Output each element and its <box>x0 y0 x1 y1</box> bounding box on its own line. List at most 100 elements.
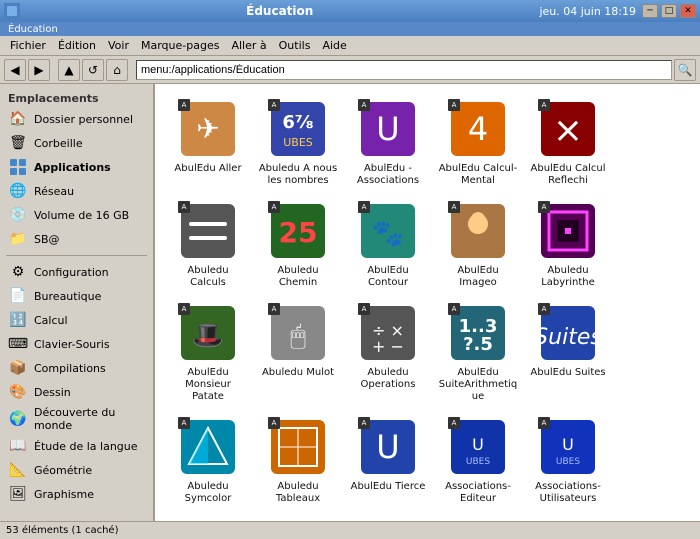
subtitle-bar: Éducation <box>0 22 700 36</box>
svg-text:U: U <box>376 428 399 466</box>
home-button[interactable]: ⌂ <box>106 59 128 81</box>
svg-text:4: 4 <box>468 110 488 148</box>
menubar: Fichier Édition Voir Marque-pages Aller … <box>0 36 700 56</box>
menu-marque-pages[interactable]: Marque-pages <box>135 37 225 54</box>
window-datetime: jeu. 04 juin 18:19 <box>539 5 636 18</box>
titlebar: Éducation jeu. 04 juin 18:19 ─ □ ✕ <box>0 0 700 22</box>
app-abuledu-contour[interactable]: A 🐾 AbulEdu Contour <box>343 194 433 296</box>
sidebar-item-decouverte[interactable]: 🌍 Découverte du monde <box>0 404 153 434</box>
package-icon: 📦 <box>8 358 28 378</box>
home-icon: 🏠 <box>8 109 28 129</box>
sidebar-item-sb[interactable]: 📁 SB@ <box>0 227 153 251</box>
sidebar-item-clavier-souris[interactable]: ⌨ Clavier-Souris <box>0 332 153 356</box>
app-childsplay[interactable]: Childsplay <box>343 512 433 521</box>
svg-text:🎩: 🎩 <box>192 321 224 351</box>
svg-text:+ −: + − <box>372 337 404 356</box>
sidebar-item-graphisme[interactable]: 🖼 Graphisme <box>0 482 153 506</box>
sidebar-item-dessin[interactable]: 🎨 Dessin <box>0 380 153 404</box>
svg-text:6⅞: 6⅞ <box>282 112 313 133</box>
calc-icon: 🔢 <box>8 310 28 330</box>
app-abuledu-associations[interactable]: A U AbulEdu - Associations <box>343 92 433 194</box>
emplacements-label: Emplacements <box>0 88 153 107</box>
office-icon: 📄 <box>8 286 28 306</box>
app-abuledu-tableaux[interactable]: A Abuledu Tableaux <box>253 410 343 512</box>
window-controls: ─ □ ✕ <box>642 4 696 18</box>
app-abuledu-suites[interactable]: A Suites AbulEdu Suites <box>523 296 613 410</box>
toolbar: ◀ ▶ ▲ ↺ ⌂ 🔍 <box>0 56 700 84</box>
statusbar: 53 éléments (1 caché) <box>0 521 700 539</box>
sidebar-item-etude-langue[interactable]: 📖 Étude de la langue <box>0 434 153 458</box>
svg-text:UBES: UBES <box>466 457 490 467</box>
forward-button[interactable]: ▶ <box>28 59 50 81</box>
sidebar-item-compilations[interactable]: 📦 Compilations <box>0 356 153 380</box>
sidebar-item-dossier[interactable]: 🏠 Dossier personnel <box>0 107 153 131</box>
menu-edition[interactable]: Édition <box>52 37 102 54</box>
menu-fichier[interactable]: Fichier <box>4 37 52 54</box>
app-abuledu-mulot[interactable]: A 🖱 Abuledu Mulot <box>253 296 343 410</box>
app-monsieur-patate[interactable]: A 🎩 AbulEdu Monsieur Patate <box>163 296 253 410</box>
app-calcul-mental[interactable]: A 4 AbulEdu Calcul-Mental <box>433 92 523 194</box>
maximize-button[interactable]: □ <box>661 4 677 18</box>
app-abuledu-imageo[interactable]: A AbulEdu Imageo <box>433 194 523 296</box>
geometry-icon: 📐 <box>8 460 28 480</box>
trash-icon: 🗑 <box>8 133 28 153</box>
up-button[interactable]: ▲ <box>58 59 80 81</box>
sidebar-item-applications[interactable]: Applications <box>0 155 153 179</box>
minimize-button[interactable]: ─ <box>642 4 658 18</box>
sidebar-item-corbeille[interactable]: 🗑 Corbeille <box>0 131 153 155</box>
icon-grid: A ✈ AbulEdu Aller A 6⅞UBES Abuledu A nou… <box>155 84 700 521</box>
apps-icon <box>8 157 28 177</box>
sidebar-divider <box>6 255 147 256</box>
app-abuledu-nombres[interactable]: A 6⅞UBES Abuledu A nous les nombres <box>253 92 343 194</box>
drive-icon: 💿 <box>8 205 28 225</box>
sidebar: Emplacements 🏠 Dossier personnel 🗑 Corbe… <box>0 84 155 521</box>
sidebar-item-volume[interactable]: 💿 Volume de 16 GB <box>0 203 153 227</box>
sidebar-item-reseau[interactable]: 🌐 Réseau <box>0 179 153 203</box>
svg-text:Suites: Suites <box>541 325 595 350</box>
svg-text:UBES: UBES <box>556 457 580 467</box>
back-button[interactable]: ◀ <box>4 59 26 81</box>
subtitle-text: Éducation <box>8 24 58 35</box>
app-abuledu-calculs[interactable]: A Abuledu Calculs <box>163 194 253 296</box>
menu-aller[interactable]: Aller à <box>225 37 272 54</box>
svg-text:U: U <box>376 110 399 148</box>
app-atlas-houot[interactable]: 🗺 Atlas Houot <box>163 512 253 521</box>
app-associations-editeur[interactable]: A UUBES Associations-Editeur <box>433 410 523 512</box>
window-icon <box>4 3 20 19</box>
menu-voir[interactable]: Voir <box>102 37 135 54</box>
app-associations-utilisateurs[interactable]: A UUBES Associations-Utilisateurs <box>523 410 613 512</box>
book-icon: 📖 <box>8 436 28 456</box>
svg-text:?.5: ?.5 <box>463 334 493 355</box>
app-abuledu-chemin[interactable]: A 25 Abuledu Chemin <box>253 194 343 296</box>
address-bar[interactable] <box>136 60 672 80</box>
menu-outils[interactable]: Outils <box>273 37 317 54</box>
app-calculette[interactable]: Calculette capricieuse <box>253 512 343 521</box>
main-area: Emplacements 🏠 Dossier personnel 🗑 Corbe… <box>0 84 700 521</box>
sidebar-item-bureautique[interactable]: 📄 Bureautique <box>0 284 153 308</box>
sidebar-item-geometrie[interactable]: 📐 Géométrie <box>0 458 153 482</box>
svg-text:✈: ✈ <box>196 112 219 145</box>
zoom-button[interactable]: 🔍 <box>674 59 696 81</box>
sidebar-item-configuration[interactable]: ⚙ Configuration <box>0 260 153 284</box>
world-icon: 🌍 <box>8 409 28 429</box>
app-suite-arithmetique[interactable]: A 1..3?.5 AbulEdu SuiteArithmetique <box>433 296 523 410</box>
app-freefrancais[interactable]: à FreeFramcais <box>523 512 613 521</box>
app-abuledu-operations[interactable]: A ÷ ×+ − Abuledu Operations <box>343 296 433 410</box>
svg-text:×: × <box>553 110 583 151</box>
close-button[interactable]: ✕ <box>680 4 696 18</box>
app-exercices-beaunis[interactable]: Abc Exercices Beaunis <box>433 512 523 521</box>
app-abuledu-aller[interactable]: A ✈ AbulEdu Aller <box>163 92 253 194</box>
reload-button[interactable]: ↺ <box>82 59 104 81</box>
app-abuledu-labyrinthe[interactable]: A Abuledu Labyrinthe <box>523 194 613 296</box>
network-icon: 🌐 <box>8 181 28 201</box>
svg-text:25: 25 <box>279 216 318 249</box>
paint-icon: 🎨 <box>8 382 28 402</box>
window-title: Éducation <box>20 4 539 18</box>
sidebar-item-calcul[interactable]: 🔢 Calcul <box>0 308 153 332</box>
menu-aide[interactable]: Aide <box>316 37 352 54</box>
app-abuledu-symcolor[interactable]: A Abuledu Symcolor <box>163 410 253 512</box>
app-abuledu-tierce[interactable]: A U AbulEdu Tierce <box>343 410 433 512</box>
app-calcul-reflechi[interactable]: A × AbulEdu Calcul Reflechi <box>523 92 613 194</box>
svg-text:U: U <box>472 435 484 454</box>
config-icon: ⚙ <box>8 262 28 282</box>
